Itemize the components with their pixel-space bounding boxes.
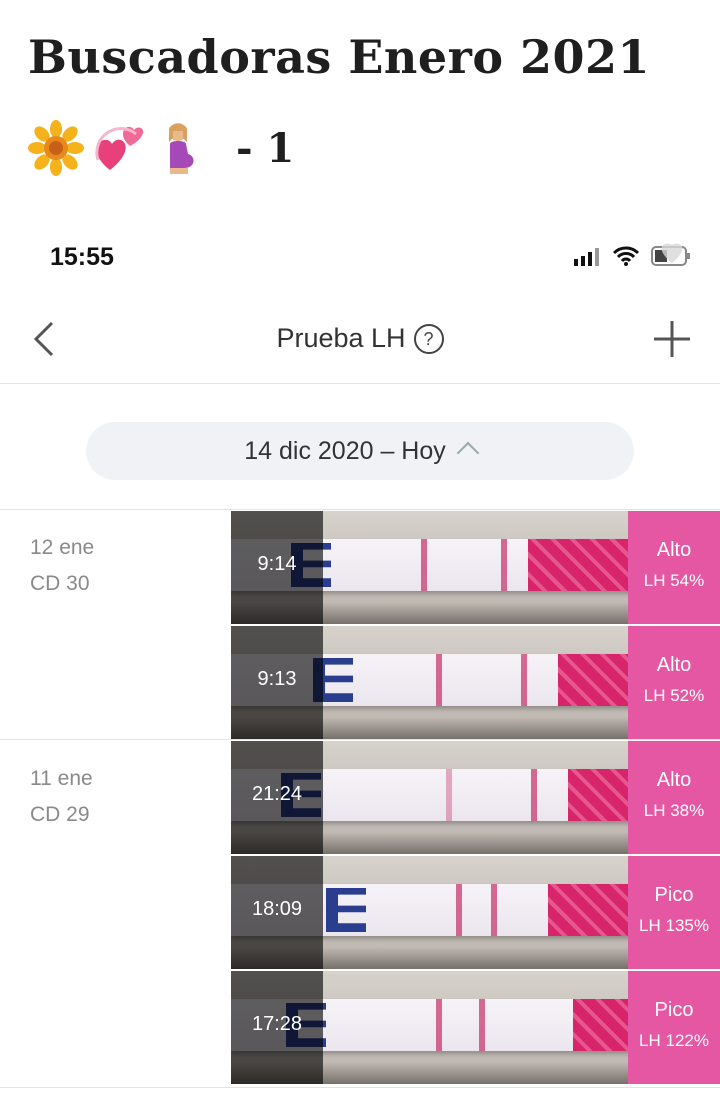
test-row[interactable]: 18:09 Pico LH 135% <box>231 856 720 969</box>
result-panel: Alto LH 38% <box>628 741 720 854</box>
bottom-divider <box>0 1087 720 1088</box>
plus-icon <box>654 321 690 357</box>
result-level: Alto <box>656 654 692 676</box>
strip-handle <box>528 539 628 591</box>
result-level: Alto <box>656 539 692 561</box>
help-button[interactable]: ? <box>413 324 444 354</box>
test-line <box>436 999 442 1051</box>
time-panel: 9:13 <box>231 626 323 739</box>
result-lh-value: LH 38% <box>643 801 705 820</box>
strip-handle <box>548 884 628 936</box>
result-lh-value: LH 54% <box>643 571 705 590</box>
signal-icon <box>574 246 602 271</box>
day-date: 11 ene <box>30 767 93 790</box>
time-panel: 21:24 <box>231 741 323 854</box>
strip-handle <box>568 769 628 821</box>
pregnant-woman-icon <box>152 120 208 176</box>
control-line <box>501 539 507 591</box>
status-time: 15:55 <box>50 243 114 271</box>
result-level: Alto <box>656 769 692 791</box>
app-screenshot: 15:55 Prueba LH? 14 dic 2020 – Hoy 12 en… <box>0 225 720 1113</box>
result-level: Pico <box>654 999 694 1021</box>
add-test-button[interactable] <box>650 317 694 361</box>
date-range-label: 14 dic 2020 – Hoy <box>244 437 446 465</box>
control-line <box>521 654 527 706</box>
test-line <box>421 539 427 591</box>
day-cycle-day: CD 30 <box>30 572 90 595</box>
result-panel: Pico LH 135% <box>628 856 720 969</box>
result-lh-value: LH 122% <box>639 1031 709 1050</box>
result-level: Pico <box>654 884 694 906</box>
page-title: Prueba LH? <box>0 323 720 354</box>
test-time: 9:14 <box>257 553 297 575</box>
day-date: 12 ene <box>30 536 95 559</box>
strip-handle <box>573 999 628 1051</box>
test-time: 9:13 <box>257 668 297 690</box>
revolving-hearts-icon <box>90 120 146 176</box>
time-panel: 17:28 <box>231 971 323 1084</box>
test-line <box>456 884 462 936</box>
sunflower-icon <box>28 120 84 176</box>
post-title: Buscadoras Enero 2021 <box>28 30 651 84</box>
test-time: 21:24 <box>251 783 303 805</box>
test-row[interactable]: 9:13 Alto LH 52% <box>231 626 720 739</box>
result-panel: Alto LH 54% <box>628 511 720 624</box>
test-row[interactable]: 17:28 Pico LH 122% <box>231 971 720 1084</box>
day-divider <box>0 509 720 510</box>
test-row[interactable]: 21:24 Alto LH 38% <box>231 741 720 854</box>
wifi-icon <box>612 245 640 272</box>
nav-bar: Prueba LH? <box>0 295 720 384</box>
time-panel: 9:14 <box>231 511 323 624</box>
max-marker <box>326 888 366 932</box>
page-title-text: Prueba LH <box>276 323 406 353</box>
control-line <box>479 999 485 1051</box>
result-panel: Pico LH 122% <box>628 971 720 1084</box>
test-line <box>436 654 442 706</box>
strip-handle <box>558 654 628 706</box>
day-cycle-day: CD 29 <box>30 803 90 826</box>
result-panel: Alto LH 52% <box>628 626 720 739</box>
subtitle-suffix: - 1 <box>236 124 295 172</box>
day-divider <box>0 739 720 740</box>
battery-icon <box>650 241 694 276</box>
test-line <box>446 769 452 821</box>
chevron-up-icon <box>456 441 480 465</box>
status-icons <box>574 241 694 276</box>
test-time: 17:28 <box>251 1013 303 1035</box>
control-line <box>531 769 537 821</box>
post-subtitle: - 1 <box>28 116 294 180</box>
time-panel: 18:09 <box>231 856 323 969</box>
test-time: 18:09 <box>251 898 303 920</box>
control-line <box>491 884 497 936</box>
result-lh-value: LH 52% <box>643 686 705 705</box>
result-lh-value: LH 135% <box>639 916 709 935</box>
date-range-selector[interactable]: 14 dic 2020 – Hoy <box>86 422 634 480</box>
test-row[interactable]: 9:14 Alto LH 54% <box>231 511 720 624</box>
